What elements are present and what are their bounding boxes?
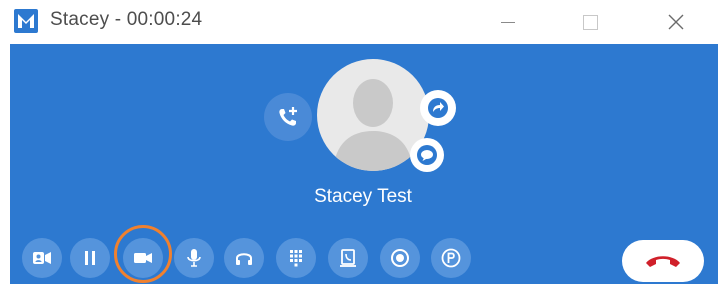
minimize-button[interactable] — [478, 0, 538, 44]
video-button[interactable] — [123, 238, 163, 278]
hangup-icon — [646, 256, 680, 267]
chat-button[interactable] — [410, 138, 444, 172]
add-call-button[interactable] — [264, 93, 312, 141]
caller-name: Stacey Test — [314, 186, 412, 207]
dialpad-icon — [290, 250, 302, 267]
keypad-button[interactable] — [276, 238, 316, 278]
maximize-button[interactable] — [560, 0, 620, 44]
title-bar: Stacey - 00:00:24 — [0, 0, 718, 44]
headset-icon — [236, 253, 252, 265]
microphone-icon — [187, 249, 201, 267]
add-call-icon — [279, 107, 297, 126]
window-bottom-edge — [0, 284, 718, 292]
transfer-button[interactable] — [420, 90, 456, 126]
record-button[interactable] — [380, 238, 420, 278]
phone-book-icon — [340, 249, 356, 267]
contact-card-icon — [33, 252, 51, 264]
audio-device-button[interactable] — [224, 238, 264, 278]
end-call-button[interactable] — [622, 240, 704, 282]
transfer-icon — [428, 98, 448, 118]
window-title: Stacey - 00:00:24 — [50, 9, 203, 30]
mitel-app-icon — [14, 9, 38, 33]
hold-button[interactable] — [70, 238, 110, 278]
call-panel: Stacey Test — [10, 44, 718, 284]
maximize-icon — [582, 14, 598, 30]
chat-icon — [417, 145, 437, 165]
minimize-icon — [501, 21, 515, 23]
pause-icon — [85, 251, 95, 265]
mute-button[interactable] — [174, 238, 214, 278]
close-icon — [668, 14, 684, 30]
park-button[interactable] — [328, 238, 368, 278]
contact-card-button[interactable] — [22, 238, 62, 278]
close-button[interactable] — [646, 0, 706, 44]
video-camera-icon — [134, 253, 152, 263]
park-call-button[interactable] — [431, 238, 471, 278]
record-icon — [391, 249, 409, 267]
p-circle-icon — [441, 248, 461, 268]
